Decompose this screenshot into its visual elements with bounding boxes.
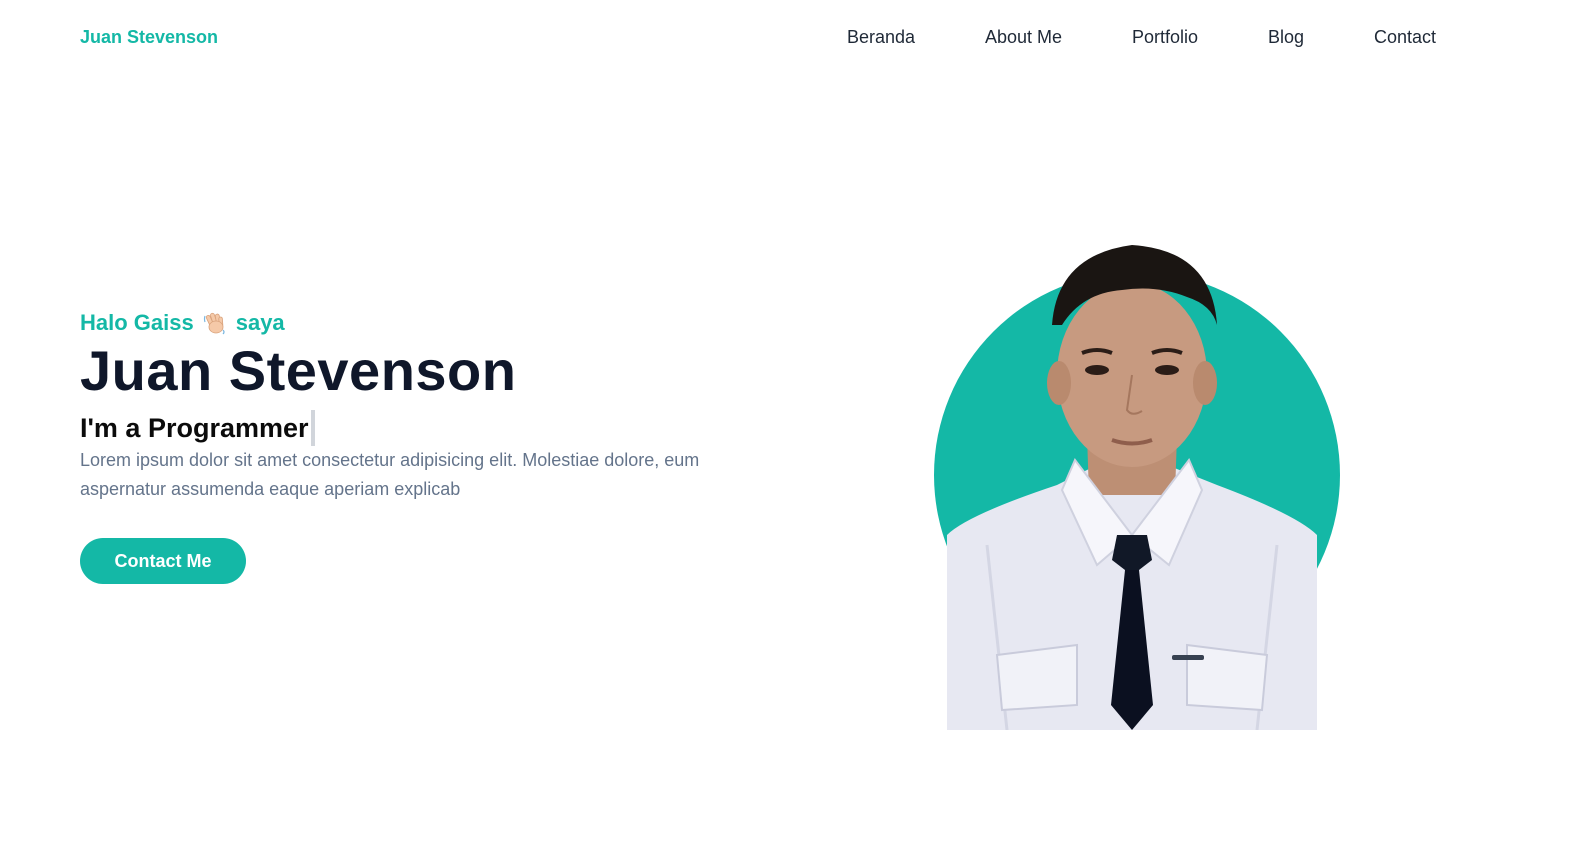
greeting-text: Halo Gaiss (80, 310, 194, 335)
nav-link-contact[interactable]: Contact (1374, 26, 1436, 48)
nav-link-blog[interactable]: Blog (1268, 26, 1304, 48)
nav-link-portfolio[interactable]: Portfolio (1132, 26, 1198, 48)
typed-role-text: I'm a Programmer (80, 413, 309, 443)
greeting-suffix: saya (235, 310, 285, 335)
portrait-image (947, 245, 1317, 730)
typing-cursor (310, 410, 315, 446)
contact-me-button[interactable]: Contact Me (80, 538, 246, 584)
hero-name: Juan Stevenson (80, 339, 517, 402)
nav-link-about-me[interactable]: About Me (985, 26, 1062, 48)
hero-figure (930, 230, 1350, 740)
nav-link-beranda[interactable]: Beranda (847, 26, 915, 48)
page: Juan Stevenson Beranda About Me Portfoli… (0, 0, 1593, 850)
waving-hand-icon (202, 310, 228, 336)
hero-description: Lorem ipsum dolor sit amet consectetur a… (80, 450, 700, 499)
main-nav: Beranda About Me Portfolio Blog Contact (0, 26, 1593, 48)
typed-role: I'm a Programmer (80, 410, 315, 446)
hero-greeting: Halo Gaiss saya (80, 310, 285, 336)
